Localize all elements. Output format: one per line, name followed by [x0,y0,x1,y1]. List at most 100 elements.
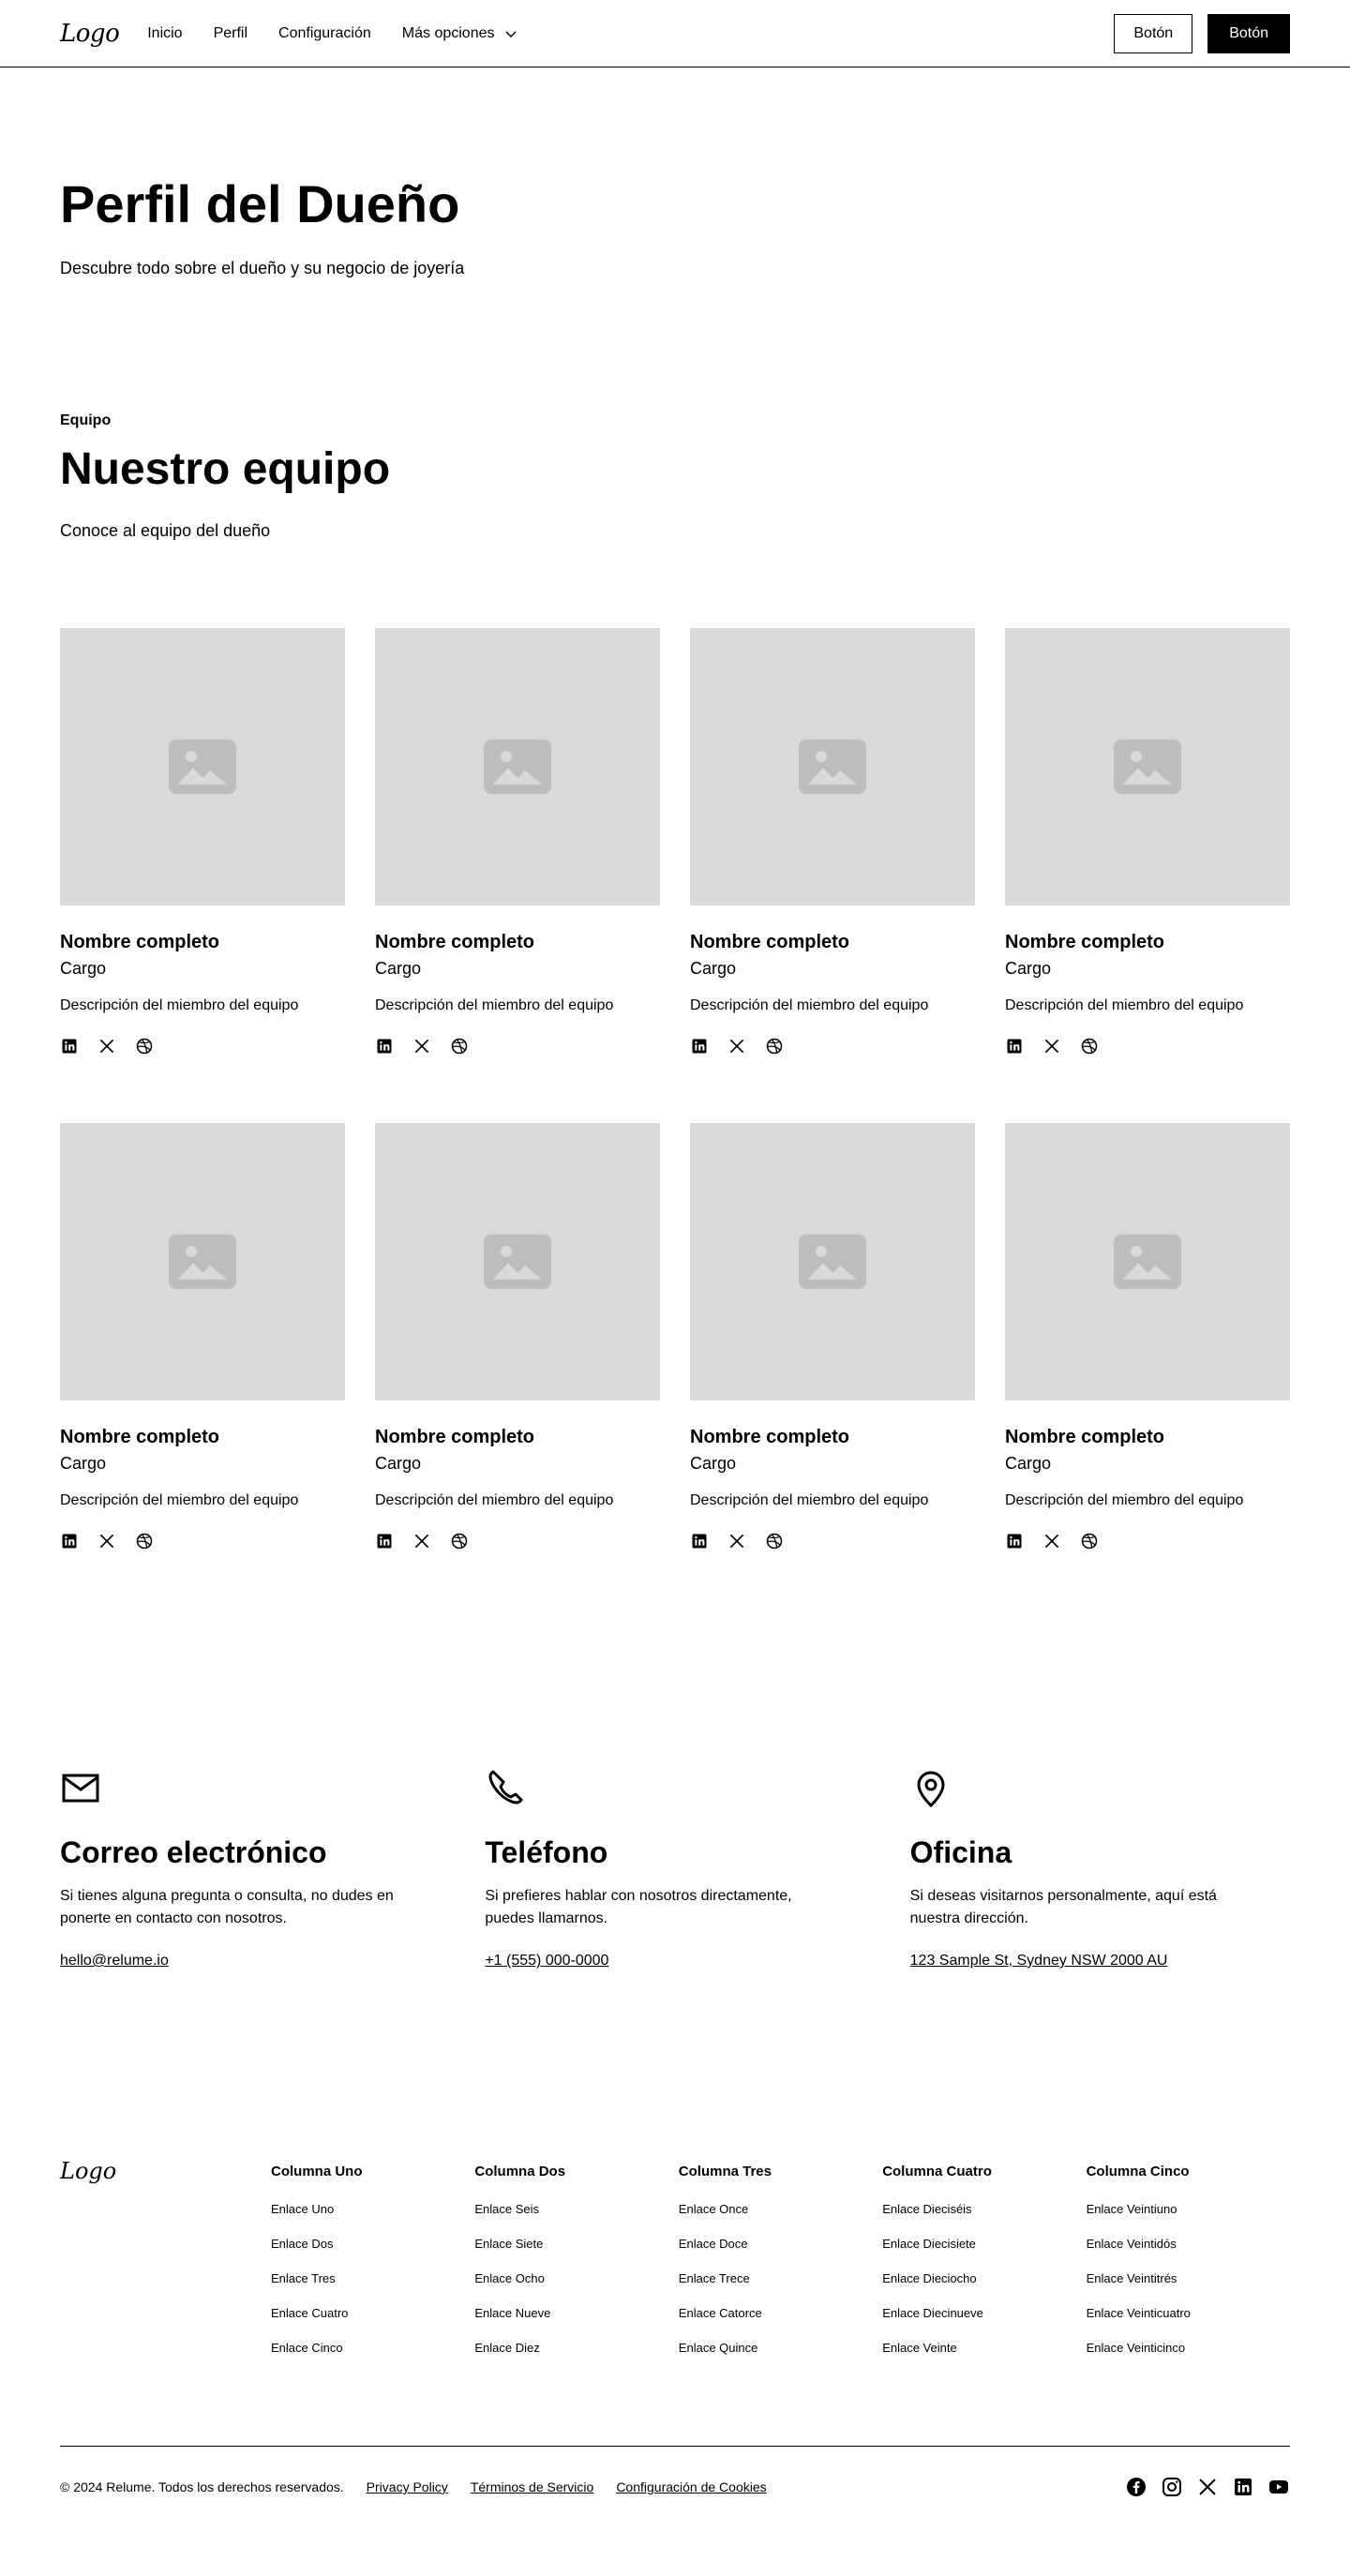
footer-link[interactable]: Enlace Cinco [271,2341,474,2356]
team-member-description: Descripción del miembro del equipo [375,1492,614,1508]
footer-link[interactable]: Enlace Dos [271,2237,474,2252]
nav-dropdown-more[interactable]: Más opciones [402,25,519,42]
team-member-card: Nombre completo Cargo Descripción del miem… [375,628,660,1123]
contact-email-link[interactable]: hello@relume.io [60,1953,169,1969]
terms-link[interactable]: Términos de Servicio [471,2479,594,2494]
footer-link[interactable]: Enlace Veinticuatro [1087,2306,1290,2321]
contact-office-link[interactable]: 123 Sample St, Sydney NSW 2000 AU [910,1953,1168,1969]
contact-phone-link[interactable]: +1 (555) 000-0000 [485,1953,608,1969]
dribbble-icon[interactable] [450,1037,469,1056]
image-placeholder-icon [169,740,236,794]
map-pin-icon [917,1771,945,1808]
linkedin-icon[interactable] [1005,1037,1024,1056]
footer-column-3: Columna Tres Enlace Once Enlace Doce Enl… [679,2156,882,2375]
x-icon[interactable] [412,1532,431,1550]
image-placeholder-icon [484,740,551,794]
footer-link[interactable]: Enlace Dieciocho [882,2271,1086,2286]
footer-link[interactable]: Enlace Ocho [474,2271,678,2286]
image-placeholder-icon [799,1235,866,1289]
x-icon[interactable] [1042,1037,1061,1056]
team-member-role: Cargo [375,959,422,978]
x-icon[interactable] [98,1037,116,1056]
footer-link[interactable]: Enlace Veintitrés [1087,2271,1290,2286]
image-placeholder-icon [799,740,866,794]
x-icon[interactable] [1042,1532,1061,1550]
contact-phone-text: Si prefieres hablar con nosotros directa… [485,1888,792,1926]
footer-link[interactable]: Enlace Diecisiete [882,2237,1086,2252]
x-icon[interactable] [412,1037,431,1056]
footer-link[interactable]: Enlace Seis [474,2202,678,2217]
footer-column-4: Columna Cuatro Enlace Dieciséis Enlace D… [882,2156,1086,2375]
footer-logo[interactable]: Logo [60,2156,271,2375]
team-member-name: Nombre completo [375,932,535,952]
footer-link[interactable]: Enlace Veintiuno [1087,2202,1290,2217]
page-title: Perfil del Dueño [60,174,460,233]
dribbble-icon[interactable] [765,1532,784,1550]
dribbble-icon[interactable] [450,1532,469,1550]
team-member-card: Nombre completo Cargo Descripción del miem… [1005,1123,1290,1618]
footer-link[interactable]: Enlace Veintidós [1087,2237,1290,2252]
team-member-role: Cargo [690,1454,737,1473]
team-member-socials [375,1532,660,1550]
linkedin-icon[interactable] [690,1532,709,1550]
footer-link[interactable]: Enlace Uno [271,2202,474,2217]
facebook-icon[interactable] [1125,2476,1148,2498]
team-member-role: Cargo [690,959,737,978]
linkedin-icon[interactable] [60,1037,79,1056]
linkedin-icon[interactable] [690,1037,709,1056]
contact-email: Correo electrónico Si tienes alguna preg… [60,1767,440,1969]
x-icon[interactable] [728,1532,746,1550]
linkedin-icon[interactable] [375,1037,394,1056]
x-icon[interactable] [98,1532,116,1550]
nav-secondary-button[interactable]: Botón [1114,13,1193,53]
image-placeholder-icon [169,1235,236,1289]
team-member-socials [375,1037,660,1056]
nav-logo[interactable]: Logo [60,20,120,48]
team-title: Nuestro equipo [60,444,391,494]
footer-link[interactable]: Enlace Cuatro [271,2306,474,2321]
page-header: Perfil del Dueño Descubre todo sobre el … [0,67,1350,278]
dribbble-icon[interactable] [765,1037,784,1056]
linkedin-icon[interactable] [1005,1532,1024,1550]
footer-link[interactable]: Enlace Trece [679,2271,882,2286]
footer-link[interactable]: Enlace Catorce [679,2306,882,2321]
team-subtitle: Conoce al equipo del dueño [60,520,271,540]
linkedin-icon[interactable] [375,1532,394,1550]
linkedin-icon[interactable] [1232,2476,1254,2498]
footer-link[interactable]: Enlace Doce [679,2237,882,2252]
youtube-icon[interactable] [1268,2476,1290,2498]
linkedin-icon[interactable] [60,1532,79,1550]
team-member-role: Cargo [1005,1454,1052,1473]
nav-link-configuracion[interactable]: Configuración [278,25,371,42]
team-member-name: Nombre completo [60,1427,220,1447]
team-member-role: Cargo [60,1454,107,1473]
footer-link[interactable]: Enlace Siete [474,2237,678,2252]
nav-primary-button[interactable]: Botón [1208,13,1290,53]
team-member-socials [1005,1532,1290,1550]
nav-link-perfil[interactable]: Perfil [214,25,248,42]
footer-column-title: Columna Dos [474,2164,566,2179]
dribbble-icon[interactable] [1080,1037,1099,1056]
footer-link[interactable]: Enlace Veinte [882,2341,1086,2356]
dribbble-icon[interactable] [135,1037,154,1056]
team-member-card: Nombre completo Cargo Descripción del miem… [1005,628,1290,1123]
footer-link[interactable]: Enlace Once [679,2202,882,2217]
footer-legal: © 2024 Relume. Todos los derechos reserv… [60,2479,767,2494]
image-placeholder-icon [484,1235,551,1289]
footer-link[interactable]: Enlace Quince [679,2341,882,2356]
footer-link[interactable]: Enlace Nueve [474,2306,678,2321]
instagram-icon[interactable] [1161,2476,1183,2498]
dribbble-icon[interactable] [1080,1532,1099,1550]
footer-link[interactable]: Enlace Diecinueve [882,2306,1086,2321]
footer-link[interactable]: Enlace Veinticinco [1087,2341,1290,2356]
privacy-policy-link[interactable]: Privacy Policy [367,2479,448,2494]
footer-link[interactable]: Enlace Diez [474,2341,678,2356]
cookie-settings-link[interactable]: Configuración de Cookies [616,2479,766,2494]
nav-link-inicio[interactable]: Inicio [147,25,182,42]
footer-link[interactable]: Enlace Tres [271,2271,474,2286]
x-icon[interactable] [728,1037,746,1056]
x-icon[interactable] [1196,2476,1219,2498]
dribbble-icon[interactable] [135,1532,154,1550]
footer-socials [1125,2476,1290,2498]
footer-link[interactable]: Enlace Dieciséis [882,2202,1086,2217]
